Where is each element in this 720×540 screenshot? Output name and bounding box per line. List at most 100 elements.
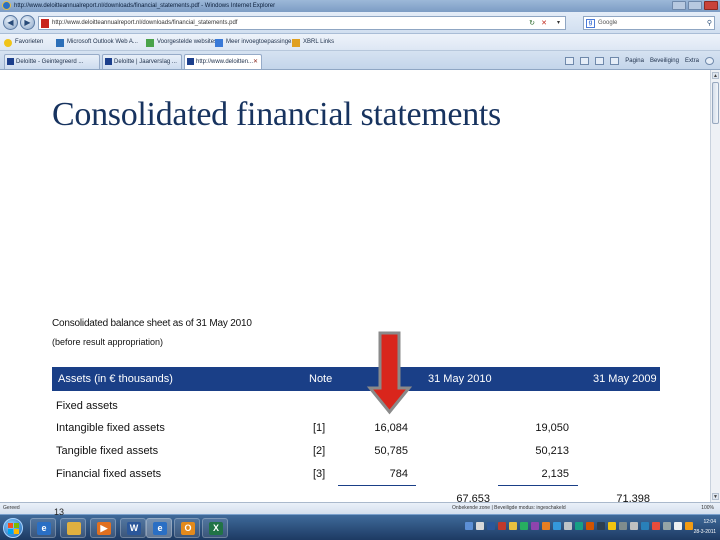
taskbar-outlook[interactable]: O	[174, 518, 200, 538]
print-icon[interactable]	[610, 56, 620, 65]
taskbar-clock[interactable]: 12:04 28-3-2011	[694, 517, 716, 537]
tray-icon[interactable]	[652, 522, 660, 530]
tab-deloitte-integrated[interactable]: Deloitte - Geintegreerd ...	[4, 54, 100, 69]
tray-icon[interactable]	[531, 522, 539, 530]
address-url: http://www.deloitteannualreport.nl/downl…	[52, 20, 238, 26]
tray-icon[interactable]	[608, 522, 616, 530]
tray-icon[interactable]	[597, 522, 605, 530]
page-menu[interactable]: Pagina	[625, 58, 644, 64]
scroll-up-icon[interactable]: ▲	[712, 72, 719, 79]
window-controls	[672, 1, 718, 10]
back-button[interactable]: ◀	[3, 15, 18, 30]
google-icon: g	[586, 19, 595, 28]
scroll-down-icon[interactable]: ▼	[712, 493, 719, 500]
favorite-item-xbrl[interactable]: XBRL Links	[292, 34, 334, 51]
address-bar[interactable]: http://www.deloitteannualreport.nl/downl…	[38, 16, 566, 30]
tray-icon[interactable]	[586, 522, 594, 530]
minimize-button[interactable]	[672, 1, 686, 10]
help-icon[interactable]	[705, 56, 714, 65]
tab-deloitte-annual-report[interactable]: Deloitte | Jaarverslag ...	[102, 54, 182, 69]
arrow-shape	[366, 331, 413, 415]
favorites-label: Favorieten	[15, 39, 44, 45]
tray-icon[interactable]	[520, 522, 528, 530]
taskbar-word[interactable]: W	[120, 518, 146, 538]
feeds-icon[interactable]	[580, 56, 590, 65]
tab-label: Deloitte - Geintegreerd ...	[16, 59, 84, 65]
windows-taskbar: e ▶ W e O X 12:04 28-3-2011	[0, 514, 720, 540]
windows-logo-icon	[14, 529, 19, 534]
start-button[interactable]	[3, 518, 23, 538]
windows-logo-icon	[14, 523, 19, 528]
addons-icon	[215, 38, 223, 47]
scroll-thumb[interactable]	[712, 82, 719, 124]
favorite-item-outlook[interactable]: Microsoft Outlook Web A...	[56, 34, 138, 51]
speaker-icon[interactable]	[663, 522, 671, 530]
folder-icon	[292, 38, 300, 47]
favorites-bar: Favorieten Microsoft Outlook Web A... Vo…	[0, 34, 720, 51]
favorite-item-addons[interactable]: Meer invoegtoepassinge...	[215, 34, 296, 51]
tray-icon[interactable]	[465, 522, 473, 530]
tray-icon[interactable]	[498, 522, 506, 530]
security-zone: Onbekende zone | Beveiligde modus: inges…	[452, 505, 566, 511]
taskbar-explorer[interactable]	[60, 518, 86, 538]
internet-explorer-icon: e	[37, 522, 51, 535]
internet-explorer-icon: e	[153, 522, 167, 535]
window-title: http://www.deloitteannualreport.nl/downl…	[14, 3, 276, 9]
screen: http://www.deloitteannualreport.nl/downl…	[0, 0, 720, 540]
red-down-arrow	[366, 331, 413, 415]
refresh-icon[interactable]: ↻	[529, 17, 535, 30]
stop-icon[interactable]: ✕	[541, 17, 547, 30]
tab-pdf-active[interactable]: http://www.deloitten... ✕	[184, 54, 262, 69]
star-icon	[4, 38, 12, 47]
windows-logo-icon	[8, 523, 13, 528]
safety-menu[interactable]: Beveiliging	[650, 58, 679, 64]
close-window-button[interactable]	[704, 1, 718, 10]
tab-label: http://www.deloitten...	[196, 59, 254, 65]
battery-icon[interactable]	[685, 522, 693, 530]
tray-icon[interactable]	[575, 522, 583, 530]
tray-icon[interactable]	[487, 522, 495, 530]
forward-button[interactable]: ▶	[20, 15, 35, 30]
mail-icon[interactable]	[595, 56, 605, 65]
taskbar-media-player[interactable]: ▶	[90, 518, 116, 538]
zoom-level[interactable]: 100%	[701, 503, 714, 514]
status-bar: Gereed Onbekende zone | Beveiligde modus…	[0, 502, 720, 514]
favorite-item-suggested-sites[interactable]: Voorgestelde websites	[146, 34, 217, 51]
taskbar-excel[interactable]: X	[202, 518, 228, 538]
internet-explorer-icon	[2, 1, 11, 10]
tray-icon[interactable]	[476, 522, 484, 530]
pdf-viewport[interactable]: Consolidated financial statements Consol…	[0, 70, 710, 502]
media-player-icon: ▶	[97, 522, 111, 535]
taskbar-ie-active[interactable]: e	[146, 518, 172, 538]
favorite-label: Microsoft Outlook Web A...	[67, 39, 138, 45]
tray-icon[interactable]	[553, 522, 561, 530]
tray-icon[interactable]	[630, 522, 638, 530]
status-text: Gereed	[3, 505, 20, 511]
deloitte-icon	[187, 58, 194, 65]
tray-icon[interactable]	[619, 522, 627, 530]
network-icon[interactable]	[674, 522, 682, 530]
favorite-label: Voorgestelde websites	[157, 39, 218, 45]
tools-menu[interactable]: Extra	[685, 58, 699, 64]
maximize-button[interactable]	[688, 1, 702, 10]
system-tray	[465, 522, 693, 530]
vertical-scrollbar[interactable]: ▲ ▼	[710, 70, 720, 502]
favorite-label: XBRL Links	[303, 39, 335, 45]
clock-date: 28-3-2011	[693, 529, 716, 535]
tray-icon[interactable]	[509, 522, 517, 530]
search-icon[interactable]: ⚲	[707, 17, 712, 30]
tab-label: Deloitte | Jaarverslag ...	[114, 59, 177, 65]
taskbar-ie-pinned[interactable]: e	[30, 518, 56, 538]
favorites-button[interactable]: Favorieten	[4, 34, 43, 51]
home-icon[interactable]	[565, 56, 575, 65]
tray-icon[interactable]	[641, 522, 649, 530]
suggested-sites-icon	[146, 38, 154, 47]
tray-icon[interactable]	[542, 522, 550, 530]
chevron-down-icon[interactable]: ▾	[557, 17, 560, 30]
search-box[interactable]: g Google ⚲	[583, 16, 715, 30]
tray-icon[interactable]	[564, 522, 572, 530]
close-tab-icon[interactable]: ✕	[253, 55, 258, 69]
outlook-icon: O	[181, 522, 195, 535]
search-engine-label: Google	[598, 20, 618, 26]
word-icon: W	[127, 522, 141, 535]
